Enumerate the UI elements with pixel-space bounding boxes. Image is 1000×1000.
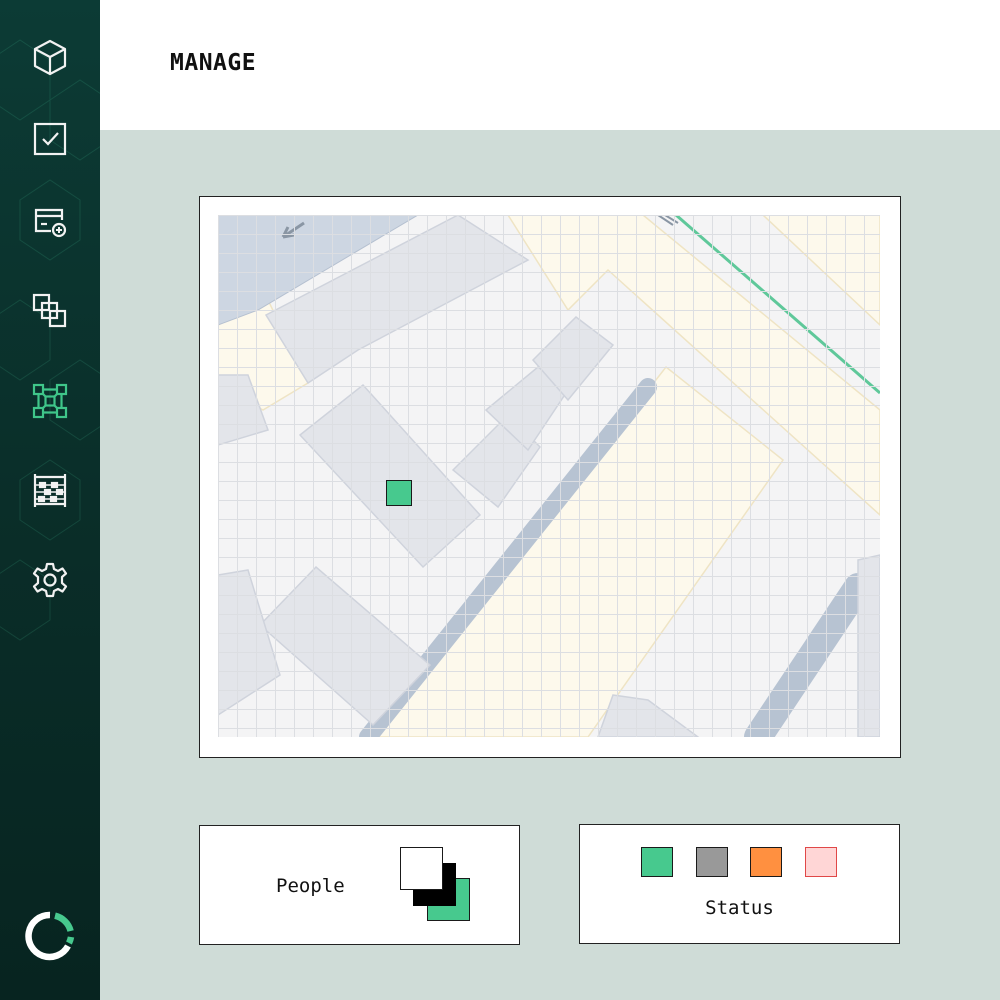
people-stack-white-square xyxy=(400,847,443,890)
map-panel xyxy=(199,196,901,758)
nav-item-abacus[interactable] xyxy=(25,465,75,515)
status-swatch-pink[interactable] xyxy=(805,847,837,877)
checkbox-icon xyxy=(33,122,67,156)
status-swatch-gray[interactable] xyxy=(696,847,728,877)
gear-icon xyxy=(32,562,68,598)
card-add-icon xyxy=(34,208,67,238)
people-card: People xyxy=(199,825,520,945)
abacus-icon xyxy=(33,474,67,507)
status-swatch-green[interactable] xyxy=(641,847,673,877)
nav-item-layers[interactable] xyxy=(25,286,75,336)
nav-item-network[interactable] xyxy=(25,376,75,426)
header: MANAGE xyxy=(100,0,1000,130)
people-stack-icon xyxy=(400,847,472,923)
status-card: Status xyxy=(579,824,900,944)
sidebar xyxy=(0,0,100,1000)
status-swatch-orange[interactable] xyxy=(750,847,782,877)
cube-icon xyxy=(33,39,67,76)
floor-map[interactable] xyxy=(218,215,880,737)
nav-item-cube[interactable] xyxy=(25,32,75,82)
people-label: People xyxy=(276,875,345,897)
network-grid-icon xyxy=(32,383,68,419)
person-marker[interactable] xyxy=(386,480,412,506)
loader-ring-logo xyxy=(25,911,75,961)
nav-item-tasks[interactable] xyxy=(25,114,75,164)
nav-item-settings[interactable] xyxy=(25,555,75,605)
page-title: MANAGE xyxy=(170,50,257,76)
status-label: Status xyxy=(705,897,774,919)
floor-plan-drawing xyxy=(218,215,880,737)
nav-item-card-add[interactable] xyxy=(25,196,75,246)
layers-icon xyxy=(32,293,67,328)
